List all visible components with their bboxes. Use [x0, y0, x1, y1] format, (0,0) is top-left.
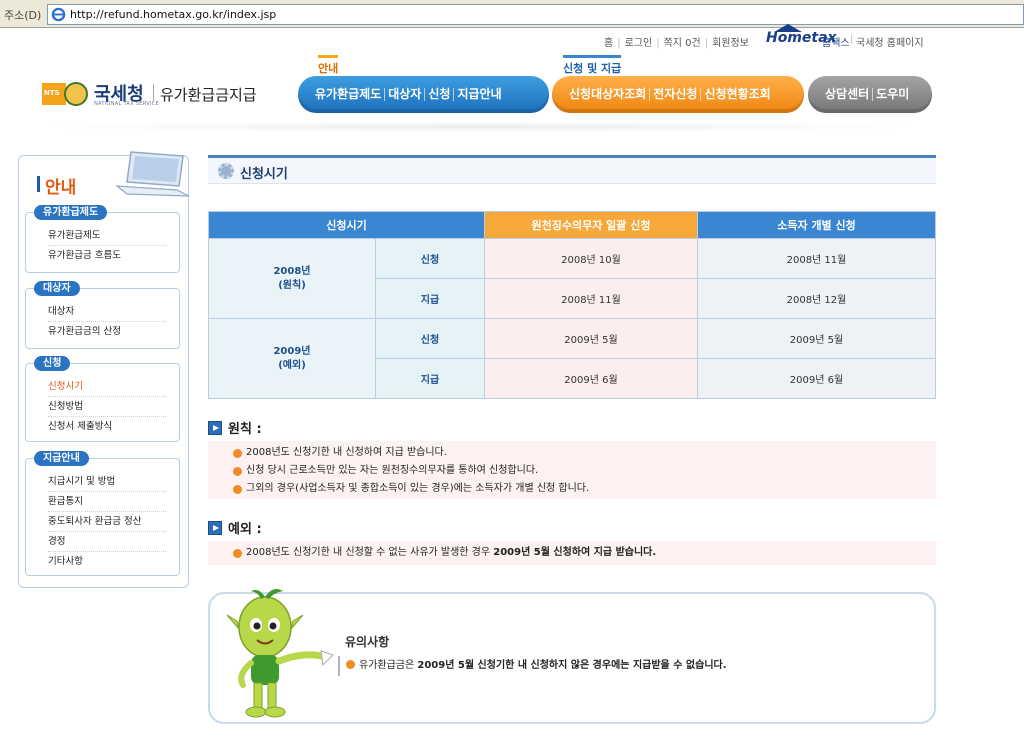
sidebar-item-refund-flow[interactable]: 유가환급금 흐름도 — [48, 246, 166, 265]
sidebar-title: 안내 — [37, 173, 76, 198]
table-cell-value: 2008년 10월 — [484, 238, 698, 279]
sidebar-badge-refund-system[interactable]: 유가환급제도 — [34, 205, 108, 220]
sidebar-badge-eligible[interactable]: 대상자 — [34, 281, 80, 296]
table-cell-value: 2008년 11월 — [697, 238, 936, 279]
nav-item-help-center[interactable]: 상담센터 — [822, 88, 874, 101]
nav-group-label-apply: 신청 및 지급 — [563, 55, 622, 76]
laptop-icon — [115, 151, 190, 197]
house-roof-icon — [774, 24, 802, 32]
nts-emblem-icon — [64, 82, 88, 106]
table-header-row: 신청시기 원천징수의무자 일괄 신청 소득자 개별 신청 — [208, 211, 936, 239]
nav-group-label-guide: 안내 — [318, 55, 339, 76]
sidebar: 안내 유가환급제도 유가환급제도 유가환급금 흐름도 대상자 대상자 유가환급금… — [18, 151, 190, 588]
nav-item-payment-guide[interactable]: 지급안내 — [454, 88, 504, 101]
top-link-messages[interactable]: 쪽지 0건 — [664, 38, 701, 49]
nts-subtitle: NATIONAL TAX SERVICE — [94, 101, 159, 107]
top-link-login[interactable]: 로그인 — [625, 38, 653, 49]
content-titlebar: 신청시기 — [208, 158, 936, 184]
table-header-withholding: 원천징수의무자 일괄 신청 — [484, 211, 698, 239]
sidebar-item-midterm-settlement[interactable]: 중도퇴사자 환급금 정산 — [48, 512, 166, 532]
section-arrow-icon — [208, 421, 222, 435]
address-url[interactable]: http://refund.hometax.go.kr/index.jsp — [70, 8, 276, 21]
sidebar-item-refund-system[interactable]: 유가환급제도 — [48, 226, 166, 246]
sidebar-item-calculation[interactable]: 유가환급금의 산정 — [48, 322, 166, 341]
address-bar: 주소(D) http://refund.hometax.go.kr/index.… — [0, 0, 1024, 28]
exception-bullet: 2008년도 신청기한 내 신청할 수 없는 사유가 발생한 경우 2009년 … — [233, 544, 936, 562]
top-links: 홈 | 로그인 | 쪽지 0건 | 회원정보 — [604, 38, 749, 49]
principle-bullet: 2008년도 신청기한 내 신청하여 지급 받습니다. — [233, 444, 936, 462]
sidebar-item-payment-timing[interactable]: 지급시기 및 방법 — [48, 472, 166, 492]
nav-item-apply[interactable]: 신청 — [425, 88, 455, 101]
notice-text: 유가환급금은 2009년 5월 신청기한 내 신청하지 않은 경우에는 지급받을… — [338, 656, 727, 676]
sidebar-item-refund-notice[interactable]: 환급통지 — [48, 492, 166, 512]
nav-item-helper[interactable]: 도우미 — [873, 88, 912, 101]
sidebar-item-other[interactable]: 기타사항 — [48, 552, 166, 571]
nav-group-help: 상담센터 도우미 — [808, 76, 932, 113]
sidebar-item-apply-method[interactable]: 신청방법 — [48, 397, 166, 417]
top-link-member-info[interactable]: 회원정보 — [712, 38, 749, 49]
section-arrow-icon — [208, 521, 222, 535]
sidebar-group-payment: 지급안내 지급시기 및 방법 환급통지 중도퇴사자 환급금 정산 경정 기타사항 — [25, 451, 180, 576]
table-cell-value: 2009년 5월 — [484, 318, 698, 359]
mascot-illustration — [226, 589, 334, 718]
nav-group-guide: 유가환급제도 대상자 신청 지급안내 — [298, 76, 549, 113]
sidebar-badge-payment[interactable]: 지급안내 — [34, 451, 89, 466]
ie-page-icon — [51, 7, 66, 22]
schedule-table: 신청시기 원천징수의무자 일괄 신청 소득자 개별 신청 2008년 (원칙) 신… — [208, 211, 936, 399]
sidebar-group-eligible: 대상자 대상자 유가환급금의 산정 — [25, 281, 180, 349]
sidebar-item-correction[interactable]: 경정 — [48, 532, 166, 552]
brand-name[interactable]: 유가환급금지급 — [160, 84, 257, 105]
table-cell-kind: 신청 — [375, 238, 485, 279]
nav-group-apply: 신청대상자조회 전자신청 신청현황조회 — [552, 76, 804, 113]
address-label: 주소(D) — [4, 9, 42, 22]
bullet-dot-icon — [346, 660, 355, 669]
nav-item-refund-system[interactable]: 유가환급제도 — [312, 88, 386, 101]
sidebar-group-refund-system: 유가환급제도 유가환급제도 유가환급금 흐름도 — [25, 205, 180, 273]
exception-box: 2008년도 신청기한 내 신청할 수 없는 사유가 발생한 경우 2009년 … — [208, 541, 936, 565]
table-cell-year: 2008년 (원칙) — [208, 238, 376, 319]
exception-heading: 예외 : — [208, 518, 262, 537]
sidebar-item-eligible[interactable]: 대상자 — [48, 302, 166, 322]
label-underline — [318, 55, 339, 58]
nav-item-eligible[interactable]: 대상자 — [385, 88, 426, 101]
principle-bullet: 그외의 경우(사업소득자 및 종합소득이 있는 경우)에는 소득자가 개별 신청… — [233, 480, 936, 498]
principle-heading: 원칙 : — [208, 418, 262, 437]
header-shadow — [30, 122, 930, 132]
table-cell-kind: 지급 — [375, 278, 485, 319]
hometax-link[interactable]: 홈택스 — [822, 34, 850, 49]
table-cell-value: 2009년 6월 — [484, 358, 698, 399]
nav-item-eligibility-check[interactable]: 신청대상자조회 — [566, 88, 651, 101]
table-row: 2009년 (예외) 신청 2009년 5월 2009년 5월 — [208, 318, 936, 399]
nav-item-apply-status[interactable]: 신청현황조회 — [701, 88, 773, 101]
label-underline — [563, 55, 622, 58]
flower-icon — [218, 163, 234, 179]
separator: | — [850, 34, 854, 45]
brand-divider — [153, 84, 154, 102]
principle-box: 2008년도 신청기한 내 신청하여 지급 받습니다. 신청 당시 근로소득만 … — [208, 441, 936, 499]
table-header-individual: 소득자 개별 신청 — [697, 211, 936, 239]
nts-badge: NTS — [42, 83, 66, 105]
principle-bullet: 신청 당시 근로소득만 있는 자는 원천징수의무자를 통하여 신청합니다. — [233, 462, 936, 480]
sidebar-badge-apply[interactable]: 신청 — [34, 356, 71, 371]
table-cell-year: 2009년 (예외) — [208, 318, 376, 399]
table-cell-value: 2008년 12월 — [697, 278, 936, 319]
nav-item-e-apply[interactable]: 전자신청 — [650, 88, 702, 101]
table-header-period: 신청시기 — [208, 211, 485, 239]
top-link-home[interactable]: 홈 — [604, 38, 613, 49]
table-cell-kind: 신청 — [375, 318, 485, 359]
address-input[interactable]: http://refund.hometax.go.kr/index.jsp — [47, 4, 1024, 25]
notice-title: 유의사항 — [345, 635, 390, 649]
table-cell-value: 2009년 5월 — [697, 318, 936, 359]
table-cell-value: 2009년 6월 — [697, 358, 936, 399]
sidebar-item-submission[interactable]: 신청서 제출방식 — [48, 417, 166, 436]
page-title: 신청시기 — [240, 167, 288, 182]
nts-home-link[interactable]: 국세청 홈페이지 — [856, 34, 924, 49]
table-cell-value: 2008년 11월 — [484, 278, 698, 319]
table-row: 2008년 (원칙) 신청 2008년 10월 2008년 11월 — [208, 238, 936, 319]
table-cell-kind: 지급 — [375, 358, 485, 399]
sidebar-item-apply-period[interactable]: 신청시기 — [48, 377, 166, 397]
sidebar-group-apply: 신청 신청시기 신청방법 신청서 제출방식 — [25, 356, 180, 442]
